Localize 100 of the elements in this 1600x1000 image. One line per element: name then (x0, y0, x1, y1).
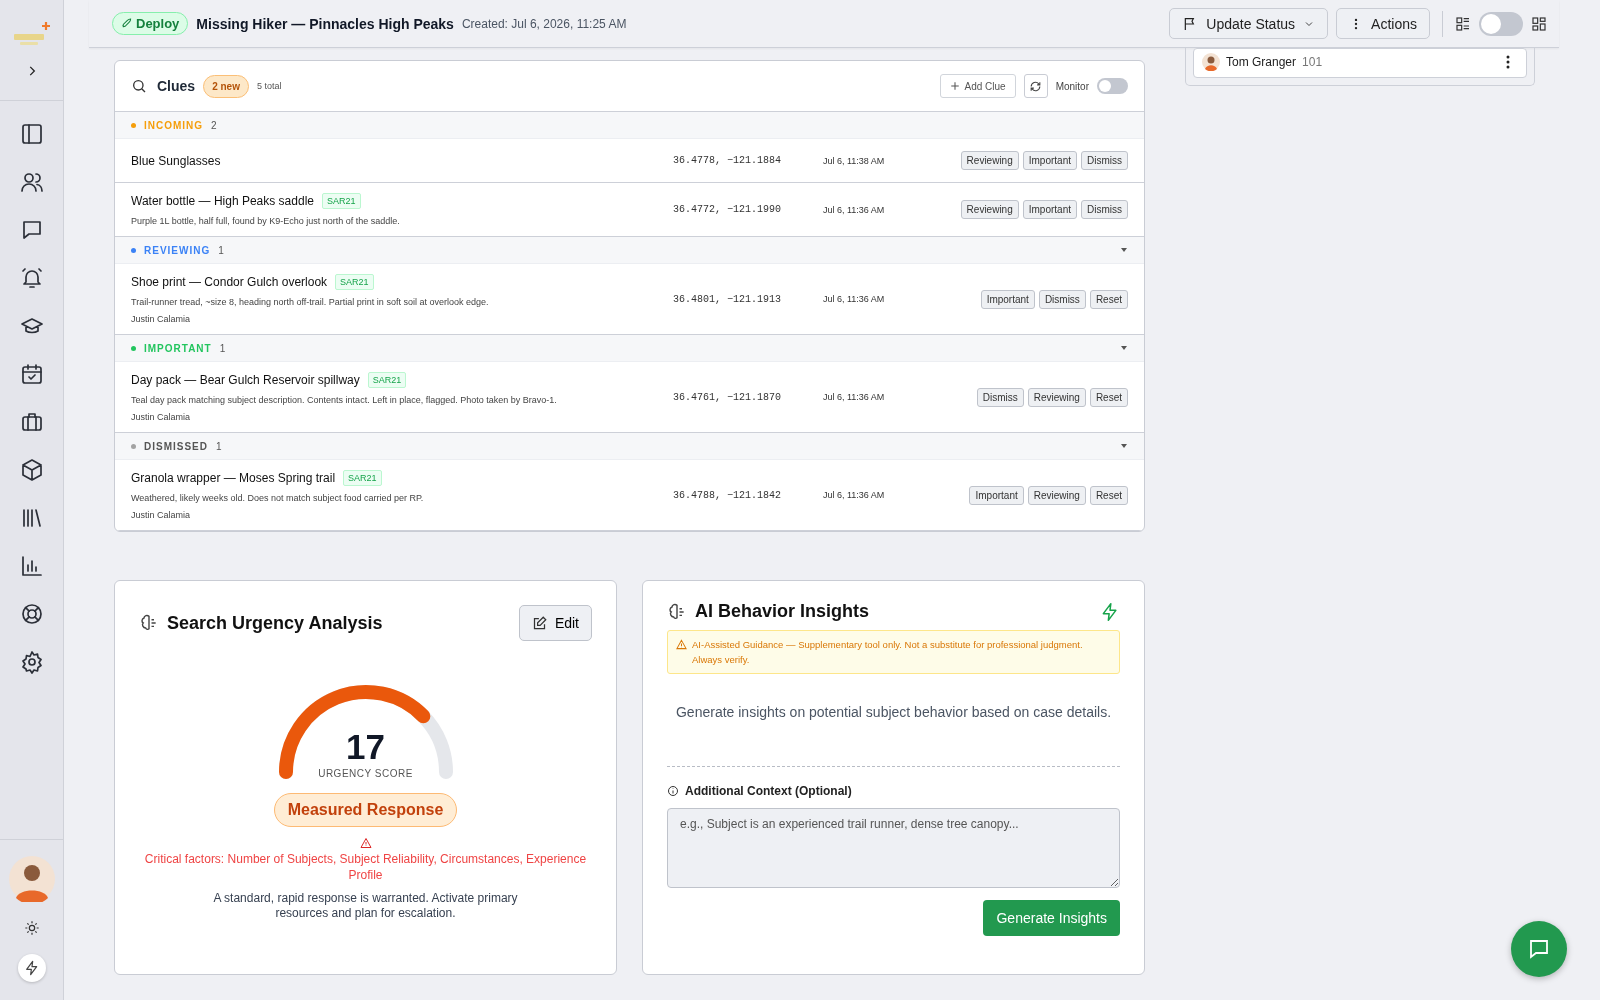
coordinates: 36.4788, −121.1842 (673, 489, 783, 501)
clue-time: Jul 6, 11:38 AM (823, 155, 886, 166)
reporter-name: Justin Calamia (131, 314, 192, 324)
brain-icon (667, 601, 687, 622)
case-title: Missing Hiker — Pinnacles High Peaks (196, 15, 454, 32)
bolt-button[interactable] (17, 954, 46, 982)
info-icon (667, 785, 679, 797)
clue-time: Jul 6, 11:36 AM (823, 490, 886, 500)
refresh-icon (1029, 79, 1043, 93)
edit-icon (531, 615, 547, 631)
team-tag: SAR21 (322, 193, 361, 209)
update-status-button[interactable]: Update Status (1169, 8, 1329, 39)
calendar-icon[interactable] (19, 362, 44, 386)
clue-title: Day pack — Bear Gulch Reservoir spillway (131, 373, 360, 387)
new-count-badge: 2 new (203, 74, 249, 98)
chat-button[interactable] (1511, 921, 1567, 977)
bar-chart-icon[interactable] (19, 554, 44, 578)
clue-description: Weathered, likely weeks old. Does not match subject food carried per RP. (131, 493, 425, 503)
status-action-button[interactable]: Important (980, 289, 1035, 309)
monitor-toggle[interactable] (1097, 78, 1128, 94)
status-action-button[interactable]: Dismiss (1081, 151, 1128, 170)
context-label: Additional Context (Optional) (685, 784, 852, 798)
briefcase-icon[interactable] (19, 410, 44, 434)
clue-time: Jul 6, 11:36 AM (823, 392, 886, 402)
status-action-button[interactable]: Reviewing (1027, 387, 1086, 407)
more-icon[interactable] (1506, 55, 1510, 69)
user-avatar[interactable] (8, 856, 55, 902)
warning-text: AI-Assisted Guidance — Supplementary tool only. Not a substitute for professional judgment. Always verify. (692, 638, 1084, 667)
group-label: INCOMING (144, 119, 204, 131)
member-unit: 101 (1302, 55, 1323, 69)
group-header[interactable]: IMPORTANT 1 (115, 335, 1144, 362)
users-icon[interactable] (19, 170, 44, 194)
clues-title: Clues (157, 78, 196, 94)
lifebuoy-icon[interactable] (19, 602, 44, 626)
edit-button[interactable]: Edit (518, 605, 592, 641)
response-badge: Measured Response (273, 793, 458, 827)
plus-icon (949, 81, 960, 91)
warning-icon (676, 639, 687, 650)
team-tag: SAR21 (343, 470, 382, 486)
group-header[interactable]: INCOMING 2 (115, 112, 1144, 139)
reporter-name: Justin Calamia (131, 510, 192, 520)
list-view-icon[interactable] (1455, 15, 1471, 32)
status-action-button[interactable]: Dismiss (976, 387, 1024, 407)
critical-factors: Critical factors: Number of Subjects, Subject Reliability, Circumstances, Experience Profile (143, 851, 588, 883)
bell-icon[interactable] (19, 266, 44, 290)
status-action-button[interactable]: Dismiss (1081, 200, 1128, 219)
status-action-button[interactable]: Dismiss (1038, 289, 1086, 309)
sidebar-icon[interactable] (19, 122, 44, 146)
team-member-row[interactable]: Tom Granger 101 (1193, 48, 1527, 78)
clue-time: Jul 6, 11:36 AM (823, 204, 886, 215)
search-icon (131, 78, 147, 94)
coordinates: 36.4772, −121.1990 (673, 204, 783, 215)
clue-description: Trail-runner tread, ~size 8, heading north off-trail. Partial print in soft soil at overlook edge. (131, 297, 490, 307)
group-header[interactable]: DISMISSED 1 (115, 433, 1144, 460)
status-action-button[interactable]: Reviewing (1027, 485, 1086, 505)
caret-icon[interactable] (1120, 443, 1128, 449)
view-toggle[interactable] (1479, 11, 1523, 36)
caret-icon[interactable] (1120, 247, 1128, 253)
team-tag: SAR21 (367, 372, 407, 388)
status-action-button[interactable]: Reviewing (960, 151, 1019, 170)
coordinates: 36.4801, −121.1913 (673, 293, 783, 305)
caret-icon[interactable] (1120, 345, 1128, 351)
urgency-summary: A standard, rapid response is warranted. Activate primary resources and plan for escalation. (212, 891, 519, 921)
warning-icon (359, 837, 372, 849)
status-action-button[interactable]: Reviewing (960, 200, 1019, 219)
generate-insights-button[interactable]: Generate Insights (983, 900, 1120, 936)
status-action-button[interactable]: Reset (1089, 485, 1128, 505)
team-tag: SAR21 (335, 274, 374, 290)
group-header[interactable]: REVIEWING 1 (115, 237, 1144, 264)
created-date: Created: Jul 6, 2026, 11:25 AM (461, 16, 627, 31)
deploy-badge: Deploy (112, 12, 189, 35)
group-count: 1 (219, 342, 226, 354)
refresh-button[interactable] (1023, 74, 1048, 98)
context-field[interactable]: e.g., Subject is an experienced trail runner, dense tree canopy... (667, 808, 1120, 888)
status-action-button[interactable]: Important (969, 485, 1024, 505)
card-title: AI Behavior Insights (695, 601, 870, 622)
card-title: Search Urgency Analysis (167, 612, 383, 634)
add-clue-button[interactable]: Add Clue (939, 74, 1016, 98)
status-action-button[interactable]: Important (1022, 200, 1077, 219)
reporter-name: Justin Calamia (131, 412, 192, 422)
monitor-label: Monitor (1055, 80, 1089, 92)
grid-view-icon[interactable] (1531, 15, 1547, 32)
settings-icon[interactable] (19, 650, 44, 674)
sun-icon[interactable] (23, 920, 40, 936)
group-label: REVIEWING (144, 244, 211, 256)
box-icon[interactable] (19, 458, 44, 482)
clue-description: Teal day pack matching subject description. Contents intact. Left in place, flagged. Photo taken by Bravo-1. (131, 395, 558, 405)
clue-time: Jul 6, 11:36 AM (823, 294, 886, 304)
clue-title: Granola wrapper — Moses Spring trail (131, 471, 336, 485)
status-action-button[interactable]: Reset (1089, 289, 1128, 309)
chat-icon (1527, 937, 1551, 961)
actions-button[interactable]: Actions (1336, 8, 1430, 39)
member-name: Tom Granger (1226, 55, 1297, 69)
insights-intro: Generate insights on potential subject behavior based on case details. (674, 704, 1113, 720)
brain-icon (139, 613, 159, 633)
bolt-icon[interactable] (1100, 601, 1120, 622)
group-label: DISMISSED (144, 440, 208, 452)
status-action-button[interactable]: Important (1022, 151, 1077, 170)
status-action-button[interactable]: Reset (1089, 387, 1128, 407)
total-count: 5 total (256, 81, 282, 91)
